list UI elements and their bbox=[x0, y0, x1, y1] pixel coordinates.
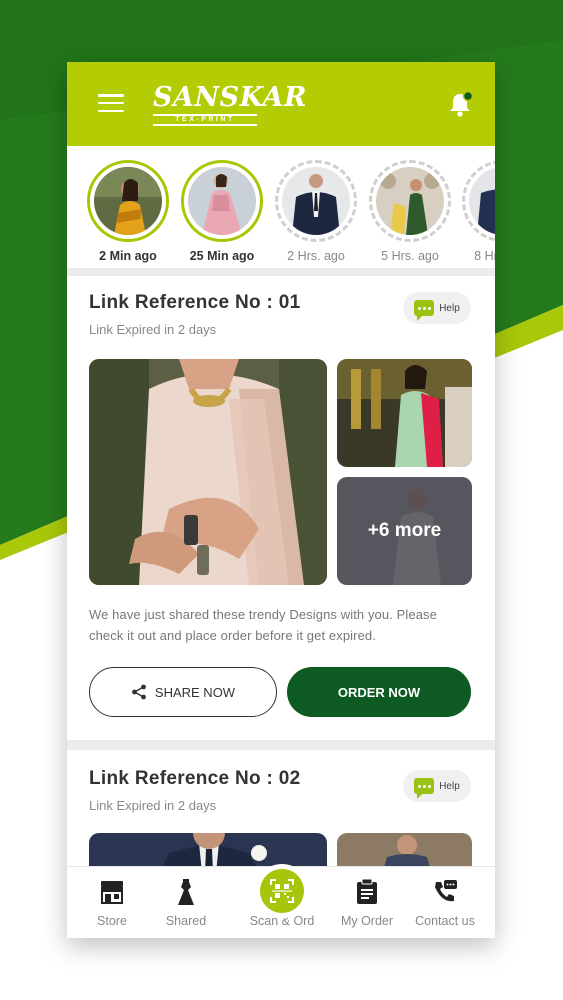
more-images-tile[interactable]: +6 more bbox=[337, 477, 472, 585]
phone-chat-icon bbox=[405, 877, 485, 907]
story-thumbnail bbox=[188, 167, 256, 235]
share-icon bbox=[132, 684, 146, 700]
nav-contact-us[interactable]: Contact us bbox=[405, 877, 485, 928]
story-item[interactable]: 8 Hrs. ago bbox=[461, 160, 495, 263]
phone-screen: SANSKAR TEX-PRINT 2 Min ago 25 Min ago 2… bbox=[67, 62, 495, 938]
chat-icon bbox=[414, 300, 435, 321]
help-label: Help bbox=[439, 780, 460, 792]
story-ring bbox=[87, 160, 169, 242]
nav-store[interactable]: Store bbox=[72, 877, 152, 928]
bottom-navigation: Store Shared Scan & Ord My Order Contact… bbox=[67, 866, 495, 938]
story-time: 2 Hrs. ago bbox=[287, 249, 345, 263]
help-label: Help bbox=[439, 302, 460, 314]
store-icon bbox=[72, 877, 152, 907]
app-header: SANSKAR TEX-PRINT bbox=[67, 62, 495, 146]
story-thumbnail bbox=[469, 167, 495, 235]
chat-icon bbox=[414, 778, 435, 799]
nav-my-order-label: My Order bbox=[340, 914, 394, 928]
story-thumbnail bbox=[94, 167, 162, 235]
story-time: 8 Hrs. ago bbox=[474, 249, 495, 263]
story-item[interactable]: 2 Min ago bbox=[86, 160, 170, 263]
qr-scan-icon[interactable] bbox=[260, 869, 304, 913]
order-now-button[interactable]: ORDER NOW bbox=[287, 667, 471, 717]
card-expiry: Link Expired in 2 days bbox=[89, 322, 217, 337]
logo-main-text: SANSKAR bbox=[153, 82, 307, 113]
share-now-label: SHARE NOW bbox=[154, 684, 236, 700]
story-time: 25 Min ago bbox=[189, 249, 255, 263]
nav-contact-label: Contact us bbox=[415, 914, 475, 928]
stories-strip: 2 Min ago 25 Min ago 2 Hrs. ago 5 Hrs. a… bbox=[67, 146, 495, 268]
share-now-button[interactable]: SHARE NOW bbox=[89, 667, 277, 717]
story-thumbnail bbox=[376, 167, 444, 235]
product-image-large[interactable] bbox=[89, 359, 327, 585]
story-item[interactable]: 25 Min ago bbox=[180, 160, 264, 263]
brand-logo: SANSKAR TEX-PRINT bbox=[153, 82, 307, 126]
clipboard-icon bbox=[327, 877, 407, 907]
card-description: We have just shared these trendy Designs… bbox=[89, 607, 437, 643]
story-item[interactable]: 5 Hrs. ago bbox=[368, 160, 452, 263]
help-button[interactable]: Help bbox=[403, 770, 471, 802]
story-ring bbox=[369, 160, 451, 242]
dress-icon bbox=[146, 877, 226, 907]
nav-shared-label: Shared bbox=[165, 914, 207, 928]
help-button[interactable]: Help bbox=[403, 292, 471, 324]
story-ring bbox=[181, 160, 263, 242]
order-now-label: ORDER NOW bbox=[337, 684, 421, 700]
hamburger-menu-icon[interactable] bbox=[98, 94, 124, 112]
bell-icon[interactable] bbox=[447, 90, 474, 118]
card-expiry: Link Expired in 2 days bbox=[89, 798, 217, 813]
product-image-small[interactable] bbox=[337, 359, 472, 467]
story-time: 2 Min ago bbox=[99, 249, 157, 263]
nav-my-order[interactable]: My Order bbox=[327, 877, 407, 928]
link-reference-card: Link Reference No : 01 Link Expired in 2… bbox=[67, 276, 495, 740]
nav-store-label: Store bbox=[97, 914, 127, 928]
card-title: Link Reference No : 02 bbox=[89, 768, 301, 789]
logo-sub-text: TEX-PRINT bbox=[153, 114, 257, 126]
story-item[interactable]: 2 Hrs. ago bbox=[274, 160, 358, 263]
story-ring bbox=[275, 160, 357, 242]
story-ring bbox=[462, 160, 495, 242]
card-title: Link Reference No : 01 bbox=[89, 292, 301, 313]
nav-scan-label: Scan & Ord bbox=[249, 914, 315, 928]
story-thumbnail bbox=[282, 167, 350, 235]
nav-shared[interactable]: Shared bbox=[146, 877, 226, 928]
story-time: 5 Hrs. ago bbox=[381, 249, 439, 263]
more-count: +6 more bbox=[337, 477, 472, 585]
